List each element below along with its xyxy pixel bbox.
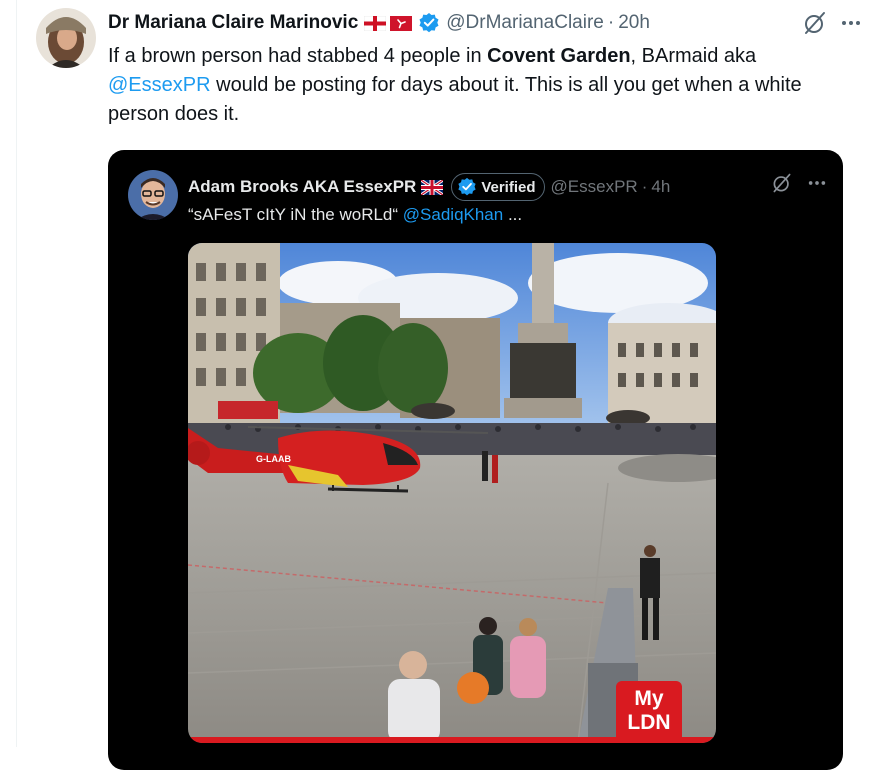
tweet-timestamp[interactable]: 20h [618, 12, 650, 34]
tweet-header: Dr Mariana Claire Marinovic @DrMarianaCl… [108, 10, 864, 36]
quoted-header-actions [771, 172, 827, 199]
author-name[interactable]: Dr Mariana Claire Marinovic [108, 12, 358, 34]
quoted-text-body: “sAFesT cItY iN the woRLd“ [188, 205, 403, 224]
separator: · [607, 12, 615, 33]
quoted-timestamp[interactable]: 4h [651, 177, 670, 197]
isle-of-man-flag-icon [390, 15, 413, 31]
tweet-text-part1: If a brown person had stabbed 4 people i… [108, 45, 488, 67]
helicopter-registration: G-LAAB [256, 454, 291, 464]
quoted-author-name[interactable]: Adam Brooks AKA EssexPR [188, 177, 416, 197]
logo-line1: My [634, 687, 664, 710]
quoted-separator: · [641, 177, 648, 196]
quoted-mention-link[interactable]: @SadiqKhan [403, 205, 503, 224]
my-ldn-logo: My LDN [616, 681, 682, 743]
more-icon[interactable] [807, 173, 827, 198]
timeline-border [16, 0, 17, 747]
tweet-text-part2: , BArmaid aka [630, 45, 757, 67]
verified-badge[interactable]: Verified [451, 173, 545, 201]
quoted-tweet-card[interactable]: Adam Brooks AKA EssexPR Verified @EssexP… [108, 150, 843, 770]
grok-icon[interactable] [802, 10, 828, 41]
quoted-tweet-header: Adam Brooks AKA EssexPR Verified @EssexP… [188, 173, 670, 201]
tweet-text-part3: would be posting for days about it. This… [108, 74, 802, 125]
mention-link[interactable]: @EssexPR [108, 74, 211, 96]
author-avatar[interactable] [36, 8, 96, 68]
grok-icon[interactable] [771, 172, 793, 199]
verified-icon [418, 12, 440, 34]
verified-icon [457, 177, 477, 197]
verified-badge-label: Verified [481, 178, 536, 196]
tweet-text: If a brown person had stabbed 4 people i… [108, 42, 853, 129]
quoted-author-handle[interactable]: @EssexPR [551, 177, 638, 197]
england-flag-icon [364, 15, 387, 31]
author-handle[interactable]: @DrMarianaClaire [446, 12, 604, 34]
quoted-text-ellipsis: ... [503, 205, 523, 224]
logo-line2: LDN [627, 711, 671, 734]
quoted-author-avatar[interactable] [128, 170, 178, 220]
tweet-text-bold: Covent Garden [487, 45, 631, 67]
uk-flag-icon [420, 178, 445, 196]
more-icon[interactable] [840, 12, 862, 39]
quoted-tweet-text: “sAFesT cItY iN the woRLd“ @SadiqKhan ..… [188, 205, 522, 225]
tweet-photo[interactable]: G-LAAB My LDN [188, 243, 716, 743]
tweet-header-actions [802, 10, 862, 41]
photo-red-bar [188, 737, 716, 743]
